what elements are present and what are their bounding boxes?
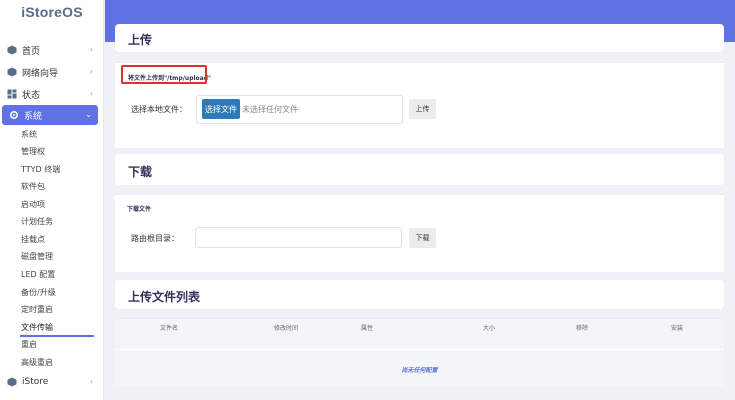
cube-icon	[7, 67, 17, 77]
empty-table-message: 尚无任何配置	[401, 367, 438, 374]
nav-item-istore[interactable]: iStore ›	[0, 372, 104, 392]
chevron-right-icon: ›	[89, 67, 93, 76]
cube-icon	[7, 45, 17, 55]
local-file-label: 选择本地文件：	[131, 105, 187, 114]
submenu-item-system[interactable]: 系统	[21, 129, 37, 141]
column-header-size: 大小	[482, 325, 495, 332]
table-empty-row: 尚无任何配置	[115, 349, 724, 386]
download-title-card: 下载	[115, 154, 724, 185]
nav-item-home[interactable]: 首页 ›	[0, 40, 104, 60]
chevron-right-icon: ›	[89, 89, 93, 98]
highlight-box	[121, 65, 207, 84]
submenu-item-disk[interactable]: 磁盘管理	[21, 251, 53, 263]
file-list-title: 上传文件列表	[128, 290, 201, 304]
nav-item-wizard[interactable]: 网络向导 ›	[0, 62, 104, 82]
submenu-item-reboot[interactable]: 重启	[21, 339, 37, 351]
nav-item-label: 系统	[24, 111, 43, 122]
download-button[interactable]: 下载	[409, 228, 436, 248]
file-list-title-card: 上传文件列表	[115, 280, 724, 309]
column-header-attributes: 属性	[360, 325, 373, 332]
submenu-item-scheduled-reboot[interactable]: 定时重启	[21, 304, 53, 316]
nav-item-status[interactable]: 状态 ›	[0, 84, 104, 104]
submenu-item-startup[interactable]: 启动项	[21, 199, 45, 211]
download-title: 下载	[128, 165, 153, 179]
submenu-item-led[interactable]: LED 配置	[21, 269, 55, 281]
submenu-item-advanced-reboot[interactable]: 高级重启	[21, 357, 53, 369]
submenu-item-admin[interactable]: 管理权	[21, 146, 45, 158]
download-path-input[interactable]	[195, 227, 402, 248]
column-header-filename: 文件名	[159, 325, 178, 332]
upload-title: 上传	[128, 33, 153, 47]
submenu-item-mounts[interactable]: 挂载点	[21, 234, 45, 246]
choose-file-button[interactable]: 选择文件	[202, 99, 240, 119]
nav-item-system[interactable]: 系统 ⌄	[2, 105, 98, 125]
chevron-down-icon: ⌄	[85, 110, 92, 119]
sidebar: iStoreOS 首页 › 网络向导 › 状态 › 系统 ⌄ 系统 管理权 TT…	[0, 0, 104, 400]
column-header-modified: 修改时间	[273, 325, 298, 332]
no-file-text: 未选择任何文件	[242, 105, 298, 114]
brand-logo: iStoreOS	[21, 4, 83, 20]
table-spacer	[115, 337, 724, 349]
submenu-item-packages[interactable]: 软件包	[21, 181, 45, 193]
column-header-remove: 移除	[575, 325, 588, 332]
cube-icon	[7, 377, 17, 387]
chevron-right-icon: ›	[89, 377, 93, 386]
nav-item-label: 首页	[22, 46, 41, 57]
gear-icon	[9, 110, 19, 120]
submenu-item-ttyd[interactable]: TTYD 终端	[21, 164, 60, 176]
upload-button[interactable]: 上传	[409, 99, 436, 119]
nav-item-label: 网络向导	[22, 68, 59, 79]
column-header-install: 安装	[670, 325, 683, 332]
nav-item-label: 状态	[22, 90, 41, 101]
nav-item-label: iStore	[22, 377, 49, 387]
upload-title-card: 上传	[115, 24, 724, 52]
dashboard-icon	[7, 89, 17, 99]
download-section-label: 下载文件	[127, 206, 152, 213]
router-root-label: 路由根目录：	[131, 234, 179, 243]
file-table-header: 文件名 修改时间 属性 大小 移除 安装	[115, 318, 724, 337]
chevron-right-icon: ›	[89, 45, 93, 54]
submenu-item-file-transfer[interactable]: 文件传输	[21, 322, 53, 334]
submenu-item-crontab[interactable]: 计划任务	[21, 216, 53, 228]
active-submenu-indicator	[20, 335, 94, 337]
submenu-item-backup[interactable]: 备份/升级	[21, 287, 56, 299]
